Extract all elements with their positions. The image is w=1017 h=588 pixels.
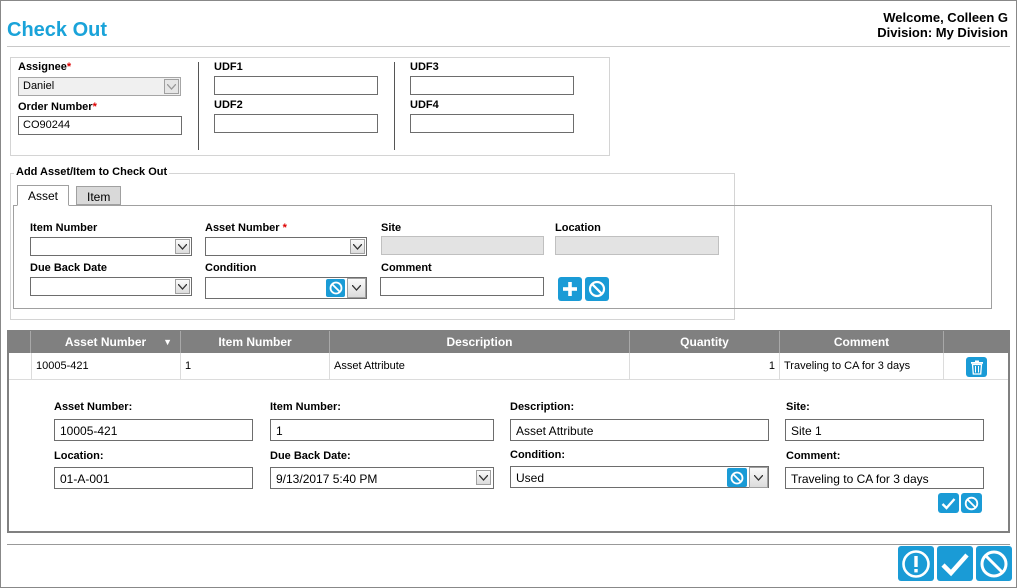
checkmark-icon <box>941 553 969 576</box>
site-input <box>381 236 544 255</box>
cancel-add-button[interactable] <box>585 277 609 301</box>
order-number-input[interactable]: CO90244 <box>18 116 182 135</box>
cell-description: Asset Attribute <box>330 353 630 379</box>
edit-condition-dropdown-button[interactable] <box>749 467 768 488</box>
assignee-label: Assignee* <box>18 61 72 73</box>
edit-asset-number-label: Asset Number: <box>54 401 133 413</box>
edit-condition-label: Condition: <box>510 449 565 461</box>
tab-item[interactable]: Item <box>76 186 122 205</box>
udf3-input[interactable] <box>410 76 574 95</box>
form-divider <box>394 62 395 150</box>
edit-condition-value: Used <box>516 471 545 485</box>
location-input <box>555 236 719 255</box>
edit-item-number-input[interactable]: 1 <box>270 419 494 441</box>
item-number-select[interactable] <box>30 237 192 256</box>
edit-asset-number-input[interactable]: 10005-421 <box>54 419 253 441</box>
edit-comment-input[interactable]: Traveling to CA for 3 days <box>785 467 984 489</box>
column-header-asset-number[interactable]: Asset Number ▼ <box>31 331 181 353</box>
due-back-label: Due Back Date <box>30 262 108 274</box>
asset-number-label: Asset Number * <box>205 222 287 234</box>
cell-quantity: 1 <box>630 353 780 379</box>
add-asset-legend: Add Asset/Item to Check Out <box>14 166 170 178</box>
edit-item-number-label: Item Number: <box>270 401 341 413</box>
chevron-down-icon <box>352 285 361 291</box>
column-header-comment[interactable]: Comment <box>780 331 944 353</box>
tab-asset[interactable]: Asset <box>17 185 70 206</box>
location-label: Location <box>555 222 601 234</box>
cancel-row-button[interactable] <box>961 493 982 513</box>
assignee-select[interactable]: Daniel <box>18 77 181 96</box>
clear-condition-button[interactable] <box>326 279 345 297</box>
edit-site-input[interactable]: Site 1 <box>785 419 984 441</box>
column-header-actions <box>944 331 1008 353</box>
clear-edit-condition-button[interactable] <box>727 468 747 487</box>
udf3-label: UDF3 <box>410 61 439 73</box>
edit-comment-label: Comment: <box>786 450 841 462</box>
site-label: Site <box>381 222 402 234</box>
asset-number-select[interactable] <box>205 237 367 256</box>
cell-item-number: 1 <box>181 353 330 379</box>
cell-comment: Traveling to CA for 3 days <box>780 353 944 379</box>
chevron-down-icon <box>175 239 190 254</box>
division-text: Division: My Division <box>877 25 1008 40</box>
due-back-select[interactable] <box>30 277 192 296</box>
udf2-input[interactable] <box>214 114 378 133</box>
column-header-description[interactable]: Description <box>330 331 630 353</box>
footer-divider <box>7 544 1010 545</box>
order-number-label: Order Number* <box>18 101 97 113</box>
plus-icon <box>563 282 577 296</box>
add-button[interactable] <box>558 277 582 301</box>
chevron-down-icon <box>754 474 763 481</box>
delete-row-button[interactable] <box>966 357 987 377</box>
udf4-label: UDF4 <box>410 99 439 111</box>
udf4-input[interactable] <box>410 114 574 133</box>
udf1-label: UDF1 <box>214 61 243 73</box>
edit-description-input[interactable]: Asset Attribute <box>510 419 769 441</box>
edit-due-back-select[interactable]: 9/13/2017 5:40 PM <box>270 467 494 489</box>
edit-location-input[interactable]: 01-A-001 <box>54 467 253 489</box>
comment-input[interactable] <box>380 277 544 296</box>
udf2-label: UDF2 <box>214 99 243 111</box>
header-divider <box>7 46 1010 47</box>
column-header-item-number[interactable]: Item Number <box>181 331 330 353</box>
trash-icon <box>970 360 983 375</box>
cancel-icon <box>980 550 1008 577</box>
cancel-icon <box>964 496 979 510</box>
edit-description-label: Description: <box>510 401 575 413</box>
cell-asset-number: 10005-421 <box>31 353 181 379</box>
chevron-down-icon <box>164 79 179 94</box>
chevron-down-icon <box>175 279 190 294</box>
user-info: Welcome, Colleen G Division: My Division <box>877 10 1008 40</box>
save-row-button[interactable] <box>938 493 959 513</box>
top-form-box <box>10 57 610 156</box>
validate-button[interactable] <box>898 546 934 581</box>
exclamation-icon <box>902 549 930 578</box>
chevron-down-icon <box>476 470 491 485</box>
item-number-label: Item Number <box>30 222 98 234</box>
edit-site-label: Site: <box>786 401 810 413</box>
filter-icon[interactable]: ▼ <box>163 331 172 353</box>
submit-checkout-button[interactable] <box>937 546 973 581</box>
edit-due-back-value: 9/13/2017 5:40 PM <box>276 472 378 486</box>
checkmark-icon <box>941 497 956 510</box>
edit-location-label: Location: <box>54 450 104 462</box>
udf1-input[interactable] <box>214 76 378 95</box>
page-title: Check Out <box>7 19 108 41</box>
cancel-icon <box>730 471 744 484</box>
edit-due-back-label: Due Back Date: <box>270 450 351 462</box>
column-label: Asset Number <box>64 335 147 349</box>
column-header-quantity[interactable]: Quantity <box>630 331 780 353</box>
cancel-icon <box>588 280 606 298</box>
condition-dropdown-button[interactable] <box>347 278 366 298</box>
comment-label: Comment <box>381 262 432 274</box>
cancel-icon <box>329 281 342 295</box>
condition-label: Condition <box>205 262 257 274</box>
chevron-down-icon <box>350 239 365 254</box>
grid-header-spacer <box>9 331 31 353</box>
welcome-text: Welcome, Colleen G <box>883 10 1008 25</box>
form-divider <box>198 62 199 150</box>
cancel-checkout-button[interactable] <box>976 546 1012 581</box>
assignee-value: Daniel <box>23 80 55 92</box>
